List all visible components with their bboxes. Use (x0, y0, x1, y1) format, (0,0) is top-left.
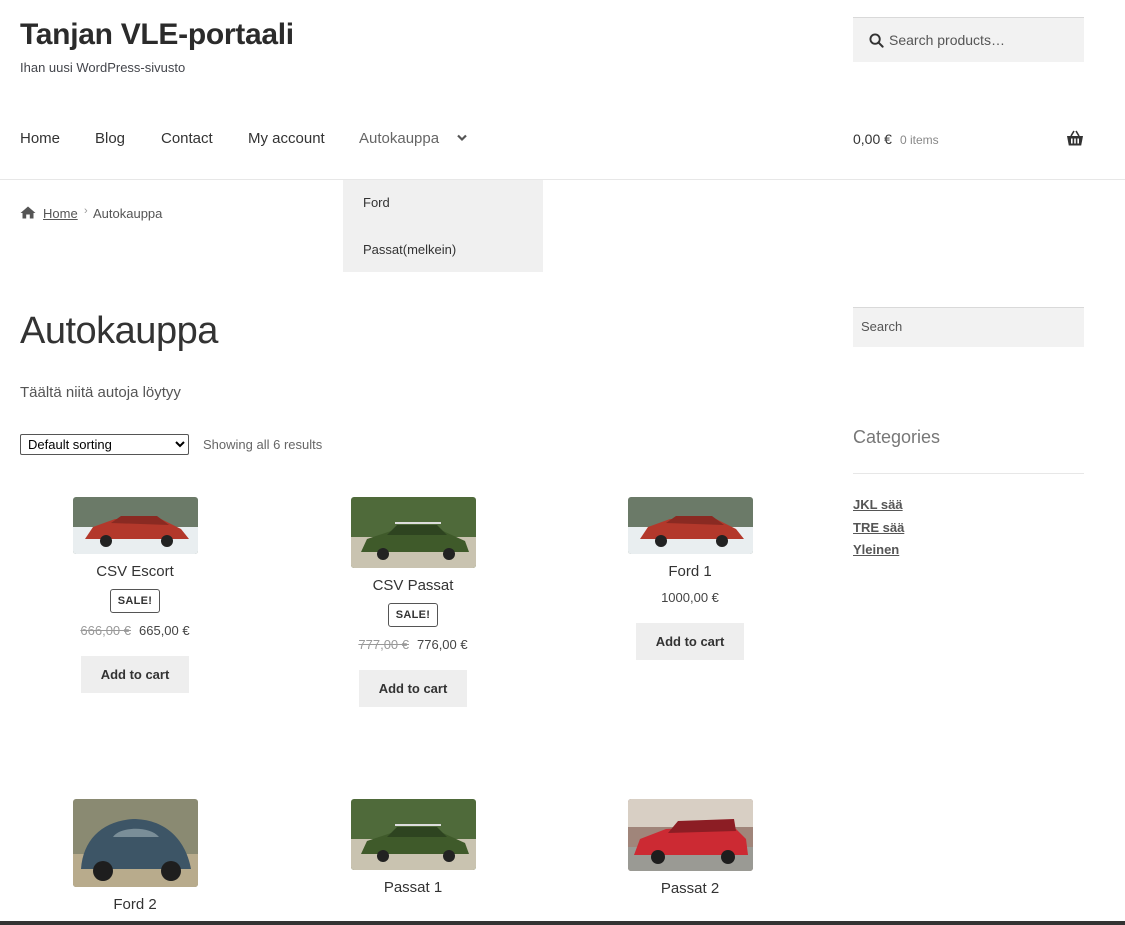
sorting-select[interactable]: Default sorting (20, 434, 189, 455)
product-title[interactable]: CSV Passat (313, 577, 513, 594)
product-image-red-escort[interactable] (72, 497, 198, 554)
sale-badge: SALE! (387, 603, 439, 627)
breadcrumb-current: Autokauppa (93, 206, 163, 221)
current-price: 665,00 € (139, 623, 190, 638)
add-to-cart-button[interactable]: Add to cart (80, 656, 190, 693)
home-icon (20, 206, 36, 219)
product-image-blue-beetle[interactable] (72, 799, 198, 887)
product-search-field[interactable]: Search products… (853, 17, 1084, 62)
product-price: 1000,00 € (661, 590, 719, 605)
page-description: Täältä niitä autoja löytyy (20, 384, 181, 401)
old-price: 666,00 € (80, 623, 131, 638)
product-image-red-passat-wagon[interactable] (627, 799, 753, 871)
autokauppa-dropdown-menu: Ford Passat(melkein) (343, 180, 543, 272)
product-card: Ford 2 (35, 799, 235, 913)
add-to-cart-button[interactable]: Add to cart (358, 670, 468, 707)
dropdown-item-passat[interactable]: Passat(melkein) (363, 242, 456, 257)
basket-icon[interactable] (1066, 130, 1084, 147)
page-title: Autokauppa (20, 310, 218, 352)
category-link[interactable]: JKL sää (853, 497, 903, 512)
header-divider (0, 179, 1125, 180)
product-card: CSV Escort SALE! 666,00 € 665,00 € Add to… (35, 497, 235, 693)
site-description: Ihan uusi WordPress-sivusto (20, 60, 186, 75)
product-price: 666,00 € 665,00 € (35, 623, 235, 638)
nav-home[interactable]: Home (20, 130, 60, 147)
breadcrumb-home-link[interactable]: Home (43, 206, 78, 221)
site-title[interactable]: Tanjan VLE-portaali (20, 18, 294, 52)
product-title[interactable]: Ford 2 (35, 896, 235, 913)
cart-item-count[interactable]: 0 items (900, 133, 939, 147)
product-image-green-passat[interactable] (350, 497, 476, 568)
categories-title: Categories (853, 427, 941, 447)
old-price: 777,00 € (358, 637, 409, 652)
nav-autokauppa[interactable]: Autokauppa (359, 130, 439, 147)
product-price: 777,00 € 776,00 € (313, 637, 513, 652)
dropdown-item-ford[interactable]: Ford (363, 195, 390, 210)
categories-divider (853, 473, 1084, 474)
product-title[interactable]: Ford 1 (590, 563, 790, 580)
bottom-edge-bar (0, 921, 1125, 925)
current-price: 776,00 € (417, 637, 468, 652)
product-title[interactable]: Passat 1 (313, 879, 513, 896)
nav-my-account[interactable]: My account (248, 130, 325, 147)
chevron-down-icon[interactable] (456, 133, 468, 143)
breadcrumb-separator: › (84, 205, 88, 217)
category-link[interactable]: Yleinen (853, 542, 899, 557)
sidebar-search-field[interactable]: Search (853, 307, 1084, 347)
search-placeholder: Search products… (889, 32, 1005, 48)
sidebar-search-placeholder: Search (861, 319, 903, 334)
product-image-red-ford[interactable] (627, 497, 753, 554)
product-title[interactable]: CSV Escort (35, 563, 235, 580)
product-card: Passat 2 (590, 799, 790, 897)
product-title[interactable]: Passat 2 (590, 880, 790, 897)
search-icon (869, 33, 884, 48)
add-to-cart-button[interactable]: Add to cart (635, 623, 745, 660)
cart-total[interactable]: 0,00 € (853, 131, 892, 147)
product-card: CSV Passat SALE! 777,00 € 776,00 € Add to… (313, 497, 513, 707)
product-image-green-passat[interactable] (350, 799, 476, 870)
product-card: Ford 1 1000,00 € Add to cart (590, 497, 790, 660)
nav-contact[interactable]: Contact (161, 130, 213, 147)
product-card: Passat 1 (313, 799, 513, 896)
result-count: Showing all 6 results (203, 437, 323, 452)
nav-blog[interactable]: Blog (95, 130, 125, 147)
sale-badge: SALE! (109, 589, 161, 613)
category-link[interactable]: TRE sää (853, 520, 904, 535)
